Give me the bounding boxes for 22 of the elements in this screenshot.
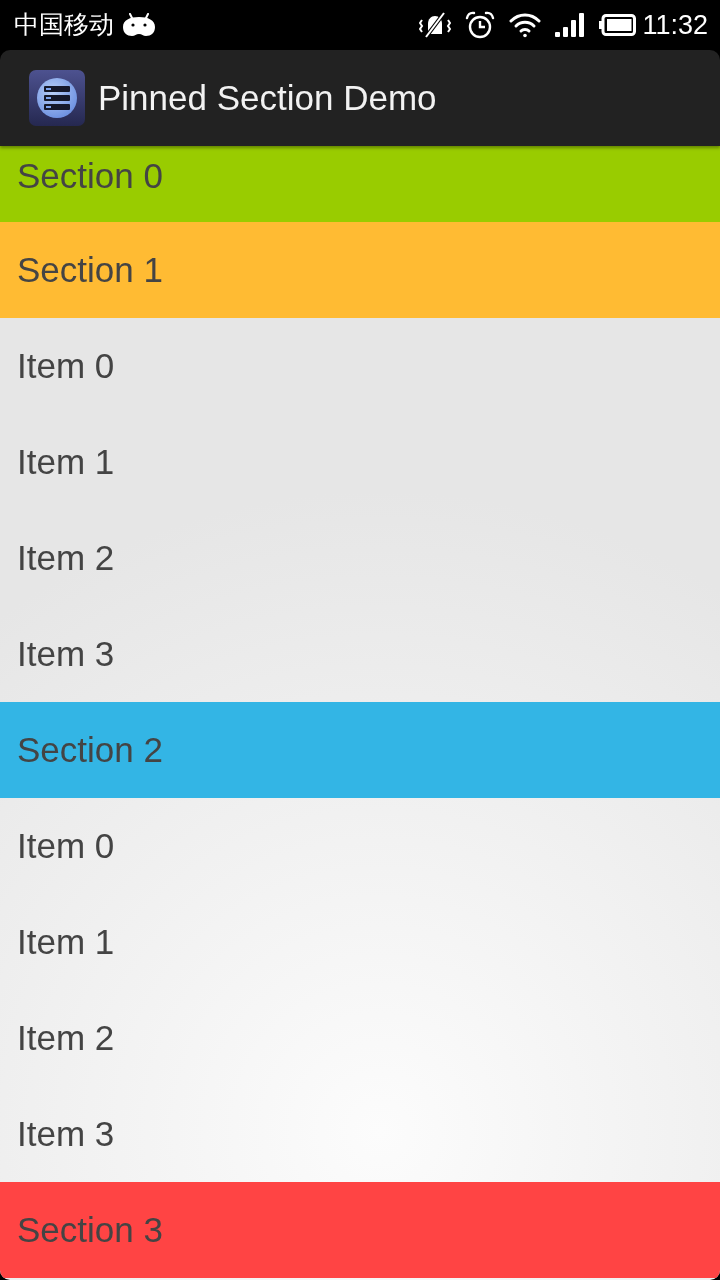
list-item[interactable]: Item 0 [0,318,720,414]
app-title: Pinned Section Demo [98,78,437,118]
clock-time: 11:32 [642,10,708,40]
battery-icon [599,14,637,36]
alarm-clock-icon [465,11,496,39]
signal-icon [555,12,586,38]
wifi-icon [509,12,542,38]
section-header: Section 2 [0,702,720,798]
list-item[interactable]: Item 0 [0,798,720,894]
list-item[interactable]: Item 3 [0,606,720,702]
server-icon[interactable] [29,70,85,126]
list-item[interactable]: Item 1 [0,894,720,990]
section-header: Section 0 [0,146,720,222]
list-item[interactable]: Item 3 [0,1086,720,1182]
android-icon [122,13,156,37]
list-item[interactable]: Item 2 [0,990,720,1086]
crossed-bell-icon [419,12,452,38]
carrier-name: 中国移动 [14,10,114,40]
section-header: Section 3 [0,1182,720,1278]
list-item[interactable]: Item 1 [0,414,720,510]
section-header: Section 1 [0,222,720,318]
list-item[interactable]: Item 2 [0,510,720,606]
